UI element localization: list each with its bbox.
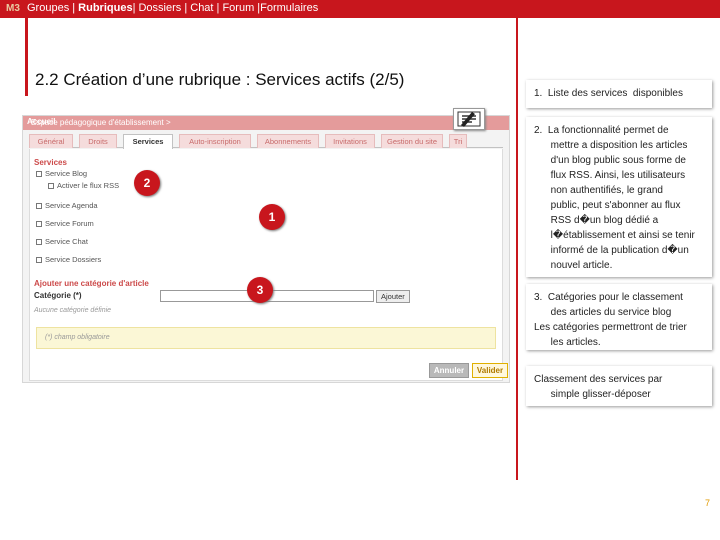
top-nav-bar: M3 Groupes | Rubriques| Dossiers | Chat … — [0, 0, 720, 18]
service-rss-checkbox[interactable] — [48, 183, 54, 190]
service-blog-checkbox[interactable] — [36, 171, 42, 178]
info-2-line-4: flux RSS. Ainsi, les utilisateurs — [534, 170, 686, 181]
service-forum-checkbox[interactable] — [36, 221, 42, 228]
service-rss-label: Activer le flux RSS — [57, 181, 120, 190]
service-chat[interactable]: Service Chat — [36, 237, 88, 246]
tab-tri[interactable]: Tri — [449, 134, 467, 148]
required-note: (*) champ obligatoire — [45, 334, 110, 341]
validate-button[interactable]: Valider — [472, 363, 508, 378]
info-2-line-2: mettre a disposition les articles — [534, 140, 688, 151]
breadcrumb-prefix: Espace pédagogique d'établissement > — [31, 118, 171, 127]
info-2-line-5: non authentifiés, le grand — [534, 185, 663, 196]
service-agenda-checkbox[interactable] — [36, 203, 42, 210]
tab-bar: Général Droits Services Auto-inscription… — [29, 134, 503, 149]
info-2-line-1: 2. La fonctionnalité permet de — [534, 125, 669, 136]
info-2-line-3: d'un blog public sous forme de — [534, 155, 686, 166]
nav-active-rubriques[interactable]: Rubriques — [78, 2, 132, 14]
services-panel: Services Service Blog Activer le flux RS… — [29, 149, 503, 381]
tab-services[interactable]: Services — [123, 134, 173, 149]
tab-auto-inscription[interactable]: Auto-inscription — [179, 134, 251, 148]
category-label: Catégorie (*) — [34, 291, 82, 300]
left-divider — [25, 18, 28, 96]
info-box-services-list: 1. Liste des services disponibles — [526, 80, 712, 108]
info-box-categories: 3. Catégories pour le classement des art… — [526, 284, 712, 350]
breadcrumb: Espace pédagogique d'établissement > Acc… — [27, 117, 171, 127]
tab-gestion-du-site[interactable]: Gestion du site — [381, 134, 443, 148]
no-category-hint: Aucune catégorie définie — [34, 307, 112, 314]
service-dossiers[interactable]: Service Dossiers — [36, 255, 101, 264]
service-forum[interactable]: Service Forum — [36, 219, 94, 228]
marker-1: 1 — [259, 204, 285, 230]
info-box-rss: 2. La fonctionnalité permet de mettre a … — [526, 117, 712, 277]
info-2-line-7: RSS d�un blog dédié a — [534, 215, 659, 226]
info-2-line-8: l�établissement et ainsi se tenir — [534, 230, 695, 241]
required-note-box: (*) champ obligatoire — [36, 327, 496, 349]
service-rss[interactable]: Activer le flux RSS — [48, 181, 119, 190]
service-agenda[interactable]: Service Agenda — [36, 201, 98, 210]
module-label: M3 — [6, 3, 20, 14]
tab-invitations[interactable]: Invitations — [325, 134, 375, 148]
service-chat-checkbox[interactable] — [36, 239, 42, 246]
add-category-button[interactable]: Ajouter — [376, 290, 410, 303]
service-dossiers-checkbox[interactable] — [36, 257, 42, 264]
info-3-line-1: 3. Catégories pour le classement — [534, 292, 683, 303]
page-number: 7 — [705, 498, 711, 508]
services-screenshot: Espace pédagogique d'établissement > Acc… — [22, 108, 510, 383]
edit-page-icon[interactable] — [453, 108, 485, 130]
add-category-title: Ajouter une catégorie d'article — [34, 279, 149, 288]
top-nav-links[interactable]: Groupes | Rubriques| Dossiers | Chat | F… — [27, 2, 318, 14]
service-forum-label: Service Forum — [45, 219, 94, 228]
service-blog[interactable]: Service Blog — [36, 169, 87, 178]
info-3-line-2: des articles du service blog — [534, 307, 672, 318]
service-dossiers-label: Service Dossiers — [45, 255, 102, 264]
tab-droits[interactable]: Droits — [79, 134, 117, 148]
info-4-line-1: Classement des services par — [534, 374, 663, 385]
marker-2: 2 — [134, 170, 160, 196]
info-box-drag-drop: Classement des services par simple gliss… — [526, 366, 712, 406]
nav-before[interactable]: Groupes | — [27, 2, 78, 14]
info-4-line-2: simple glisser-déposer — [534, 389, 651, 400]
service-blog-label: Service Blog — [45, 169, 88, 178]
info-2-line-10: nouvel article. — [534, 260, 613, 271]
info-1-line-1: 1. Liste des services disponibles — [534, 88, 683, 99]
info-2-line-6: public, peut s'abonner au flux — [534, 200, 681, 211]
info-3-line-4: les articles. — [534, 337, 601, 348]
nav-after[interactable]: | Dossiers | Chat | Forum |Formulaires — [133, 2, 319, 14]
tab-general[interactable]: Général — [29, 134, 73, 148]
slide-title: 2.2 Création d’une rubrique : Services a… — [35, 70, 405, 89]
service-agenda-label: Service Agenda — [45, 201, 98, 210]
marker-3: 3 — [247, 277, 273, 303]
cancel-button[interactable]: Annuler — [429, 363, 469, 378]
screenshot-header: Espace pédagogique d'établissement > Acc… — [23, 116, 509, 130]
tab-abonnements[interactable]: Abonnements — [257, 134, 319, 148]
service-chat-label: Service Chat — [45, 237, 88, 246]
info-3-line-3: Les catégories permettront de trier — [534, 322, 687, 333]
info-2-line-9: informé de la publication d�un — [534, 245, 689, 256]
services-section-title: Services — [34, 158, 67, 167]
right-divider — [516, 18, 518, 480]
